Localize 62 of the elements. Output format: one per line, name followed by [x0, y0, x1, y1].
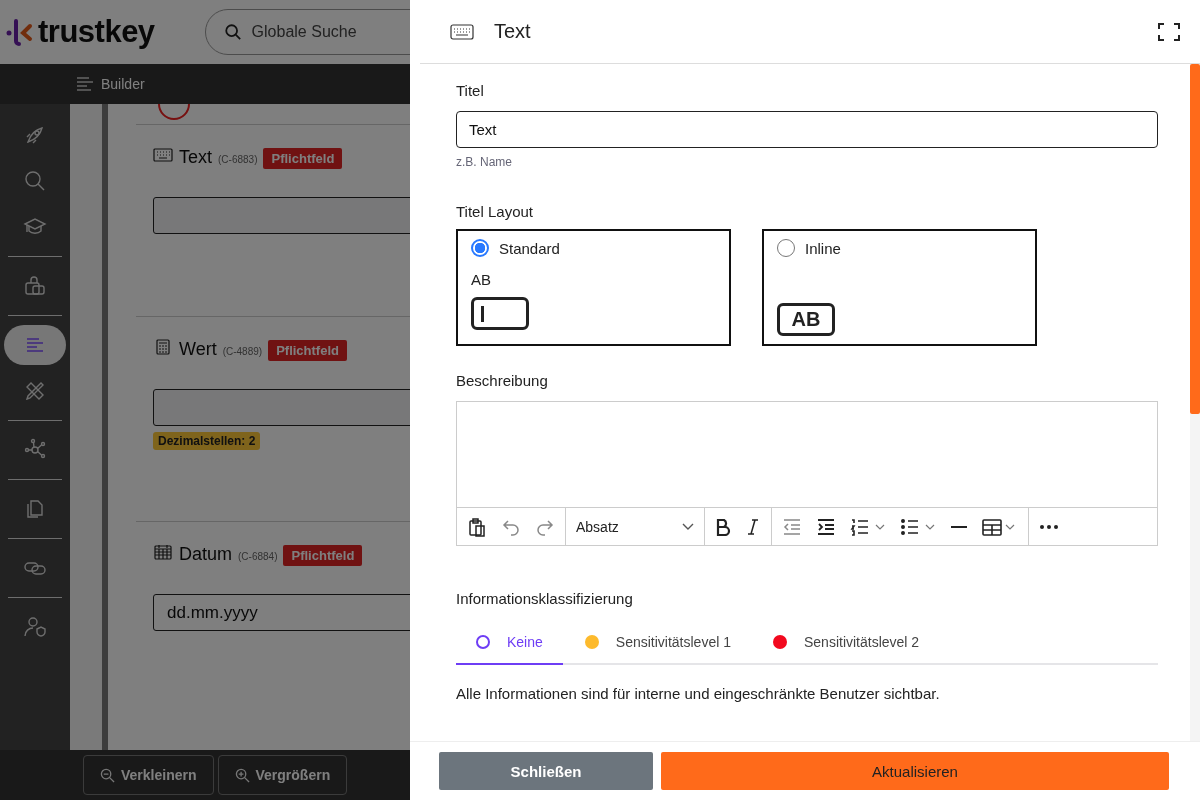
field-label: Datum: [179, 544, 232, 565]
field-hint: z.B. Name: [456, 155, 513, 169]
rich-text-editor[interactable]: Absatz: [456, 401, 1158, 546]
classification-tab[interactable]: Sensitivitätslevel 2: [751, 621, 940, 665]
field-label: Titel: [456, 82, 485, 99]
panel-title: Text: [494, 20, 531, 43]
sidebar-item[interactable]: [4, 325, 66, 365]
zoom-out-button[interactable]: Verkleinern: [83, 755, 214, 795]
classification-tab[interactable]: Keine: [456, 621, 563, 665]
input-field[interactable]: dd.mm.yyyy: [153, 594, 410, 631]
bullet-list-icon[interactable]: [900, 517, 936, 536]
preview-input: AB: [777, 303, 835, 336]
lock-bag-icon: [23, 274, 47, 298]
radio-button[interactable]: [471, 239, 489, 257]
option-label: Standard: [499, 239, 560, 257]
classification-tab[interactable]: Sensitivitätslevel 1: [562, 621, 751, 665]
scrollbar-thumb[interactable]: [1190, 64, 1200, 414]
required-badge: Pflichtfeld: [283, 545, 363, 566]
field-label: Titel Layout: [456, 203, 534, 220]
decimal-tag: Dezimalstellen: 2: [153, 432, 261, 450]
calendar-icon: [153, 544, 173, 560]
indent-icon[interactable]: [816, 517, 836, 536]
close-button[interactable]: Schließen: [439, 752, 653, 790]
more-icon[interactable]: [1039, 523, 1059, 530]
layout-option[interactable]: Standard AB: [456, 229, 731, 346]
user-shield-icon: [23, 615, 47, 639]
paste-icon[interactable]: [467, 516, 487, 537]
field-label: Wert: [179, 339, 217, 360]
update-button[interactable]: Aktualisieren: [661, 752, 1169, 790]
option-label: Inline: [805, 239, 841, 257]
italic-icon[interactable]: [745, 517, 761, 536]
field-code: (C-6884): [238, 551, 278, 562]
title-input[interactable]: Text: [456, 111, 1158, 148]
format-dropdown[interactable]: Absatz: [566, 508, 705, 545]
toolbar-title: Builder: [101, 76, 145, 92]
chevron-down-icon: [682, 522, 694, 531]
keyboard-icon: [450, 23, 474, 40]
brand-name: trustkey: [38, 14, 155, 50]
search-icon: [223, 23, 242, 41]
field-code: (C-4889): [222, 346, 263, 357]
field-code: (C-6883): [218, 154, 258, 165]
preview-label: AB: [471, 271, 492, 288]
field-label: Beschreibung: [456, 372, 549, 389]
classification-description: Alle Informationen sind für interne und eingeschränkte Benutzer sichtbar.: [456, 685, 941, 702]
zoom-in-button[interactable]: Vergrößern: [217, 755, 348, 795]
layout-option[interactable]: Inline AB: [762, 229, 1037, 346]
search-field[interactable]: Globale Suche: [204, 9, 410, 55]
keyboard-icon: [153, 147, 173, 163]
bold-icon[interactable]: [715, 517, 731, 536]
fullscreen-icon[interactable]: [1158, 22, 1180, 41]
required-badge: Pflichtfeld: [268, 340, 347, 361]
search-icon: [23, 169, 47, 193]
zoom-out-icon: [100, 767, 115, 783]
field-label: Informationsklassifizierung: [456, 590, 634, 607]
outdent-icon[interactable]: [782, 517, 802, 536]
preview-input: [471, 297, 529, 330]
list-icon: [77, 77, 93, 91]
required-badge: Pflichtfeld: [263, 148, 343, 169]
calculator-icon: [153, 339, 173, 355]
field-label: Text: [179, 147, 212, 168]
numbered-list-icon[interactable]: [850, 517, 886, 536]
zoom-in-icon: [234, 767, 250, 783]
